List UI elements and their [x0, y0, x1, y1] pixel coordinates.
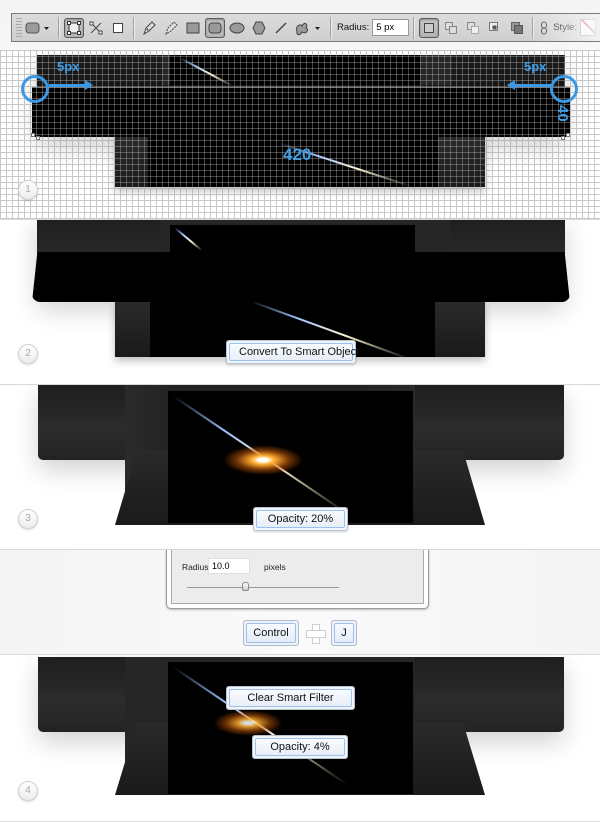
radius-label: Radius:	[182, 562, 211, 572]
line-tool-button[interactable]	[271, 18, 291, 38]
toolbar-divider	[133, 16, 134, 39]
fill-pixels-button[interactable]	[108, 18, 128, 38]
exclude-shape-area-icon	[511, 21, 524, 34]
exclude-shape-button[interactable]	[507, 18, 527, 38]
link-style-button[interactable]	[538, 18, 550, 38]
radius-input[interactable]: 10.0	[208, 558, 250, 574]
style-picker-swatch[interactable]	[579, 19, 596, 36]
anchor-point[interactable]	[566, 133, 570, 137]
add-to-shape-button[interactable]	[441, 18, 461, 38]
shape-layers-icon	[67, 20, 81, 35]
polygon-icon	[252, 21, 266, 34]
radius-unit-label: pixels	[264, 562, 286, 572]
rounded-rect-icon	[25, 22, 49, 33]
j-key: J	[331, 620, 357, 646]
anchor-point[interactable]	[36, 136, 40, 140]
step-number-badge: 3	[18, 509, 38, 529]
toolbar-divider	[330, 16, 331, 39]
radius-slider-thumb[interactable]	[241, 582, 249, 591]
step-number-badge: 4	[18, 781, 38, 801]
control-key: Control	[243, 620, 299, 646]
right-offset-label: 5px	[524, 59, 547, 74]
step-number-badge: 1	[18, 180, 38, 200]
rectangle-tool-button[interactable]	[183, 18, 203, 38]
tool-preset-picker[interactable]	[23, 18, 53, 38]
line-icon	[275, 21, 287, 34]
rounded-rectangle-tool-button[interactable]	[205, 17, 225, 38]
step-2-panel: Convert To Smart Object 2	[0, 220, 600, 385]
convert-to-smart-object-callout[interactable]: Convert To Smart Object	[226, 340, 359, 364]
custom-shape-icon	[296, 22, 320, 35]
arrow-right-icon	[49, 80, 93, 90]
polygon-tool-button[interactable]	[249, 18, 269, 38]
rectangle-icon	[186, 22, 200, 33]
paths-icon	[89, 21, 103, 34]
toolbar-grip[interactable]	[16, 17, 22, 38]
add-shape-area-icon	[445, 21, 458, 34]
device-screen	[168, 662, 413, 794]
options-bar-area: Radius: 5 px Style:	[0, 0, 600, 50]
width-dimension-label: 420	[283, 145, 312, 164]
pen-icon	[143, 20, 156, 35]
freeform-pen-tool-button[interactable]	[161, 18, 181, 38]
light-flare	[213, 710, 283, 736]
anchor-point[interactable]	[31, 133, 35, 137]
height-dimension-label: 40	[554, 105, 571, 122]
rounded-rectangle-icon	[208, 22, 222, 33]
corner-highlight-ring	[550, 75, 578, 103]
opacity-callout: Opacity: 4%	[252, 735, 348, 759]
shape-layers-button[interactable]	[64, 17, 84, 38]
device-screen	[168, 391, 413, 523]
step-4-panel: Clear Smart Filter Opacity: 4% 4	[0, 655, 600, 822]
intersect-shape-button[interactable]	[485, 18, 505, 38]
freeform-pen-icon	[165, 20, 178, 35]
corner-highlight-ring	[21, 75, 49, 103]
light-flare	[223, 445, 303, 475]
rounded-rectangle-shape	[32, 252, 570, 302]
gaussian-blur-step-panel: Radius: 10.0 pixels Control J	[0, 550, 600, 655]
link-icon	[541, 21, 548, 34]
dialog-content: Radius: 10.0 pixels	[171, 550, 424, 604]
toolbar-divider	[413, 16, 415, 39]
intersect-shape-area-icon	[489, 21, 499, 31]
style-label: Style:	[553, 22, 577, 33]
subtract-shape-button[interactable]	[463, 18, 483, 38]
blur-dialog: Radius: 10.0 pixels	[166, 550, 429, 609]
left-offset-label: 5px	[57, 59, 80, 74]
ellipse-tool-button[interactable]	[227, 18, 247, 38]
step-1-panel: 5px 5px 40 420 1	[0, 50, 600, 220]
custom-shape-tool-button[interactable]	[293, 18, 325, 38]
grid-overlay	[0, 50, 600, 219]
arrow-left-icon	[507, 80, 551, 90]
radius-slider-track[interactable]	[187, 582, 339, 591]
toolbar-divider	[58, 16, 59, 39]
clear-smart-filter-callout[interactable]: Clear Smart Filter	[226, 686, 355, 710]
fill-pixels-icon	[113, 22, 123, 33]
plus-icon	[306, 624, 326, 644]
new-shape-icon	[424, 22, 435, 33]
pen-tool-button[interactable]	[139, 18, 159, 38]
radius-label: Radius:	[337, 22, 370, 33]
anchor-point[interactable]	[561, 136, 565, 140]
toolbar-divider	[532, 16, 534, 39]
paths-button[interactable]	[86, 18, 106, 38]
ellipse-icon	[229, 22, 245, 33]
new-shape-layer-button[interactable]	[419, 17, 440, 38]
opacity-callout: Opacity: 20%	[253, 507, 348, 531]
subtract-shape-area-icon	[467, 21, 480, 34]
shape-options-toolbar: Radius: 5 px Style:	[11, 13, 600, 42]
radius-input[interactable]: 5 px	[372, 19, 410, 36]
step-3-panel: Opacity: 20% 3	[0, 385, 600, 550]
step-number-badge: 2	[18, 344, 38, 364]
